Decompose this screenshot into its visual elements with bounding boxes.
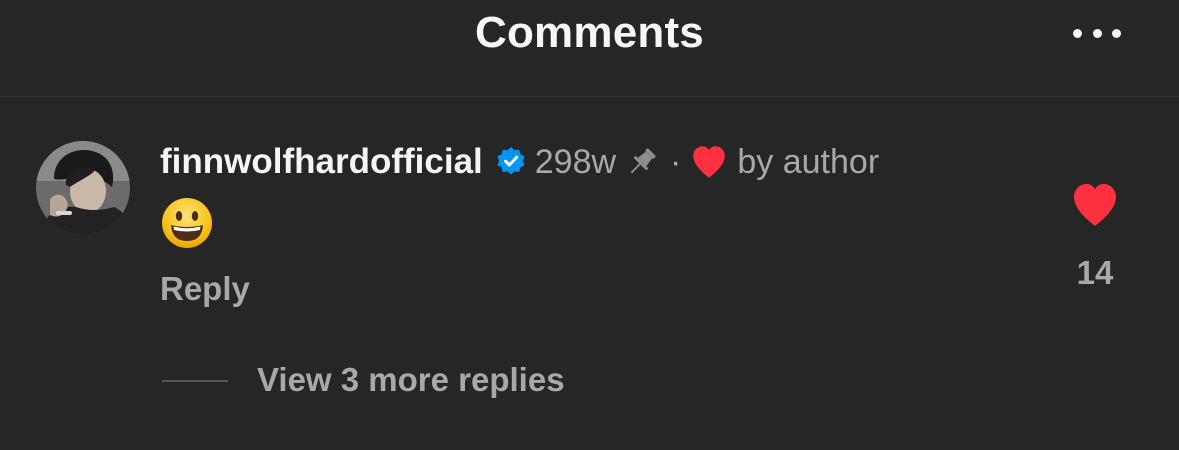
reply-button[interactable]: Reply [160,270,250,308]
like-count: 14 [1076,254,1114,291]
comment-timestamp: 298w [534,142,617,181]
separator-dot: · [670,142,682,181]
more-options-button[interactable] [1073,24,1121,42]
avatar-photo [36,141,130,235]
comments-header: Comments [0,0,1179,97]
more-horizontal-icon [1092,28,1102,38]
username[interactable]: finnwolfhardofficial [160,142,483,182]
replies-divider [162,380,228,382]
heart-icon[interactable] [1071,183,1119,227]
grinning-face-emoji [162,198,212,248]
liked-by-author-label: by author [737,142,880,181]
more-horizontal-icon [1112,28,1121,38]
more-horizontal-icon [1073,28,1082,38]
heart-icon [693,146,726,178]
avatar[interactable] [36,141,130,235]
comment-header: finnwolfhardofficial 298w · by author [160,140,879,184]
pin-icon [630,148,656,174]
view-more-replies-button[interactable]: View 3 more replies [257,361,565,399]
verified-badge-icon [497,147,525,175]
page-title: Comments [475,8,704,57]
